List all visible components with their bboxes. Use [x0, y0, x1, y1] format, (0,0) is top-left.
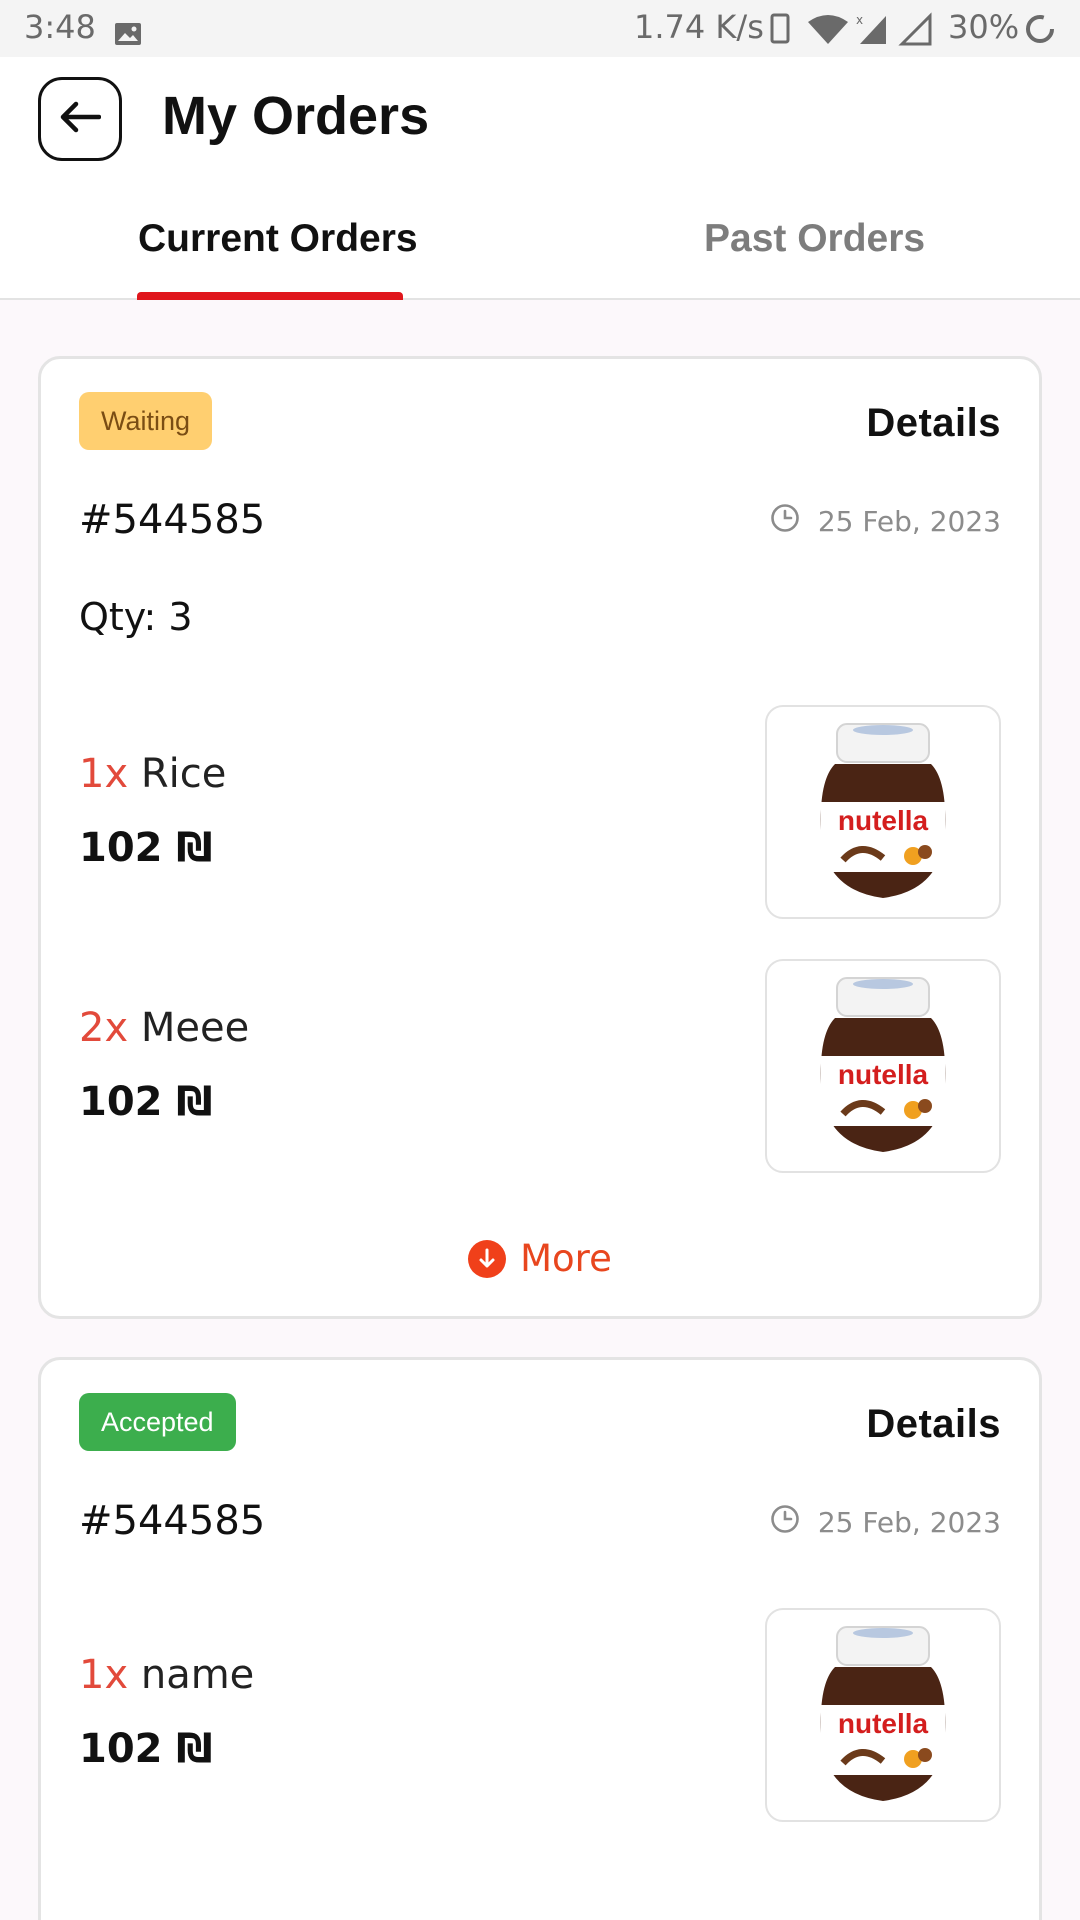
- more-label: More: [520, 1237, 612, 1280]
- product-image: nutella: [765, 1608, 1001, 1822]
- tab-past-orders[interactable]: Past Orders: [704, 217, 925, 261]
- details-button[interactable]: Details: [866, 401, 1001, 446]
- item-name-text: name: [140, 1652, 255, 1698]
- item-price: 102 ₪: [79, 825, 213, 871]
- svg-text:nutella: nutella: [838, 1059, 929, 1090]
- nutella-jar-image: nutella: [820, 723, 946, 898]
- page-title: My Orders: [162, 86, 430, 146]
- app-bar: My Orders Current Orders Past Orders: [0, 57, 1080, 300]
- status-badge: Accepted: [79, 1393, 236, 1451]
- loading-icon: [1024, 13, 1056, 53]
- item-multiplier: 1x: [79, 751, 129, 797]
- svg-text:nutella: nutella: [838, 805, 929, 836]
- order-id: #544585: [79, 497, 266, 543]
- item-name-text: Meee: [140, 1005, 250, 1051]
- back-button[interactable]: [38, 77, 122, 161]
- signal-icons: x: [768, 12, 944, 54]
- item-multiplier: 2x: [79, 1005, 129, 1051]
- order-date: 25 Feb, 2023: [770, 1504, 1001, 1541]
- item-price: 102 ₪: [79, 1079, 213, 1125]
- item-name-text: Rice: [140, 751, 227, 797]
- svg-text:x: x: [856, 13, 863, 27]
- product-image: nutella: [765, 959, 1001, 1173]
- order-id: #544585: [79, 1498, 266, 1544]
- status-time: 3:48: [24, 8, 96, 46]
- item-price: 102 ₪: [79, 1726, 213, 1772]
- arrow-left-icon: [59, 101, 102, 138]
- order-date-text: 25 Feb, 2023: [817, 1506, 1001, 1539]
- list-item-name: 1x name: [79, 1652, 254, 1698]
- order-quantity: Qty: 3: [79, 595, 193, 639]
- battery-percentage: 30%: [948, 8, 1020, 46]
- gallery-icon: [114, 16, 142, 54]
- details-button[interactable]: Details: [866, 1402, 1001, 1447]
- tab-current-orders[interactable]: Current Orders: [138, 217, 418, 261]
- order-date-text: 25 Feb, 2023: [817, 505, 1001, 538]
- nutella-jar-image: nutella: [820, 1626, 946, 1801]
- order-date: 25 Feb, 2023: [770, 503, 1001, 540]
- active-tab-indicator: [137, 292, 403, 300]
- arrow-down-circle-icon: [468, 1239, 507, 1278]
- list-item-name: 1x Rice: [79, 751, 226, 797]
- order-card: Accepted Details #544585 25 Feb, 2023 1x…: [38, 1357, 1042, 1920]
- svg-text:nutella: nutella: [838, 1708, 929, 1739]
- nutella-jar-image: nutella: [820, 977, 946, 1152]
- more-button[interactable]: More: [41, 1237, 1039, 1280]
- list-item-name: 2x Meee: [79, 1005, 249, 1051]
- status-badge: Waiting: [79, 392, 213, 450]
- clock-icon: [770, 503, 800, 540]
- status-bar: 3:48 1.74 K/s x 30%: [0, 0, 1080, 57]
- clock-icon: [770, 1504, 800, 1541]
- network-speed: 1.74 K/s: [634, 8, 764, 46]
- product-image: nutella: [765, 705, 1001, 919]
- order-card: Waiting Details #544585 25 Feb, 2023 Qty…: [38, 356, 1042, 1319]
- item-multiplier: 1x: [79, 1652, 129, 1698]
